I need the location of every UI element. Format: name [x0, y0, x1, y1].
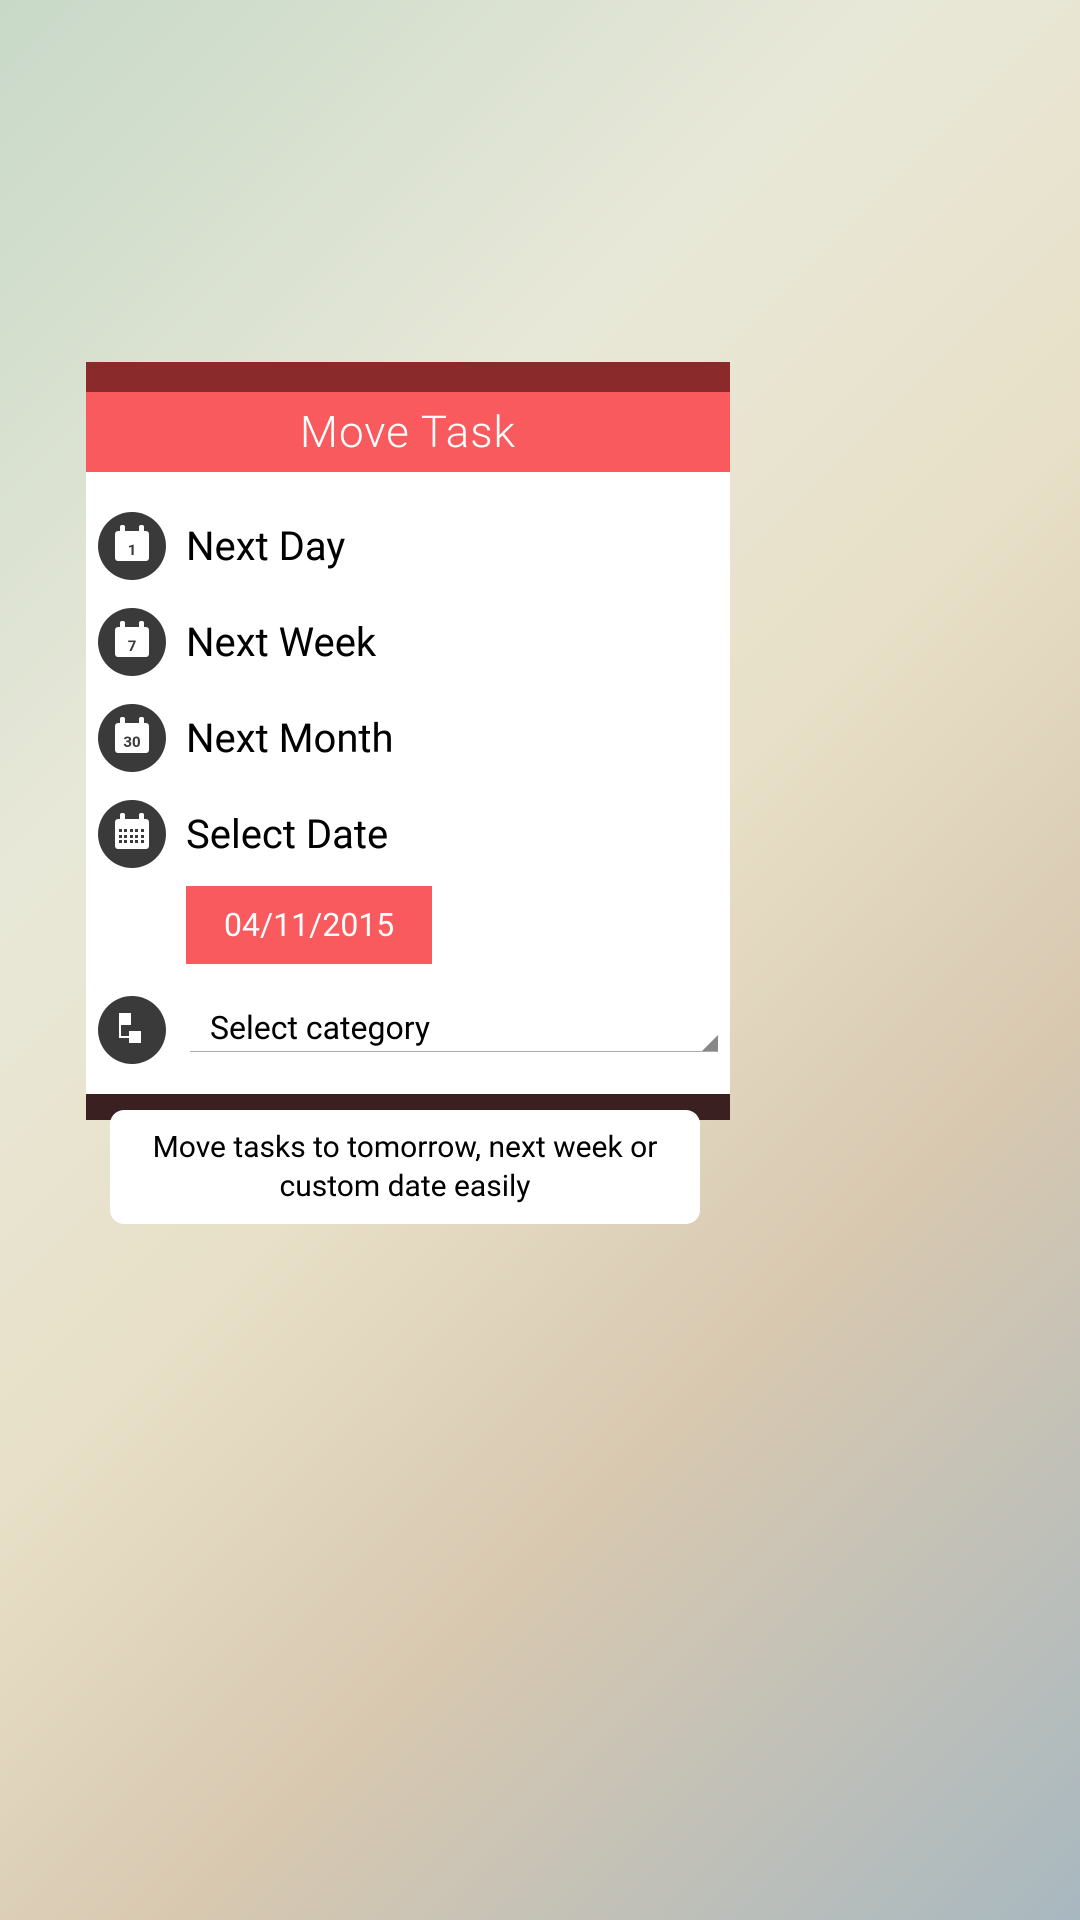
- move-task-dialog: Move Task 1 Next Day 7 Next Week: [86, 362, 730, 1120]
- category-tree-icon: [98, 996, 166, 1064]
- background-strip-top: [86, 362, 730, 392]
- calendar-select-icon: [98, 800, 166, 868]
- calendar-week-icon: 7: [98, 608, 166, 676]
- selected-date-value: 04/11/2015: [224, 906, 394, 944]
- caption-text: Move tasks to tomorrow, next week or cus…: [153, 1130, 658, 1204]
- instruction-caption: Move tasks to tomorrow, next week or cus…: [110, 1110, 700, 1224]
- category-placeholder: Select category: [190, 1009, 430, 1047]
- icon-month-number: 30: [123, 735, 140, 750]
- option-label: Select Date: [186, 811, 388, 858]
- option-next-month[interactable]: 30 Next Month: [98, 694, 718, 782]
- category-dropdown[interactable]: Select category: [190, 1009, 718, 1052]
- icon-day-number: 1: [128, 543, 137, 558]
- option-select-date[interactable]: Select Date: [98, 790, 718, 878]
- option-label: Next Week: [186, 619, 376, 666]
- option-next-week[interactable]: 7 Next Week: [98, 598, 718, 686]
- icon-week-number: 7: [128, 639, 137, 654]
- calendar-month-icon: 30: [98, 704, 166, 772]
- calendar-day-icon: 1: [98, 512, 166, 580]
- date-picker-button[interactable]: 04/11/2015: [186, 886, 432, 964]
- category-row: Select category: [98, 986, 718, 1074]
- dialog-header: Move Task: [86, 392, 730, 472]
- dialog-body: 1 Next Day 7 Next Week 30 Next Month: [86, 472, 730, 1094]
- option-label: Next Day: [186, 523, 345, 570]
- option-next-day[interactable]: 1 Next Day: [98, 502, 718, 590]
- option-label: Next Month: [186, 715, 394, 762]
- dropdown-indicator-icon: [702, 1035, 718, 1051]
- dialog-title: Move Task: [300, 406, 516, 458]
